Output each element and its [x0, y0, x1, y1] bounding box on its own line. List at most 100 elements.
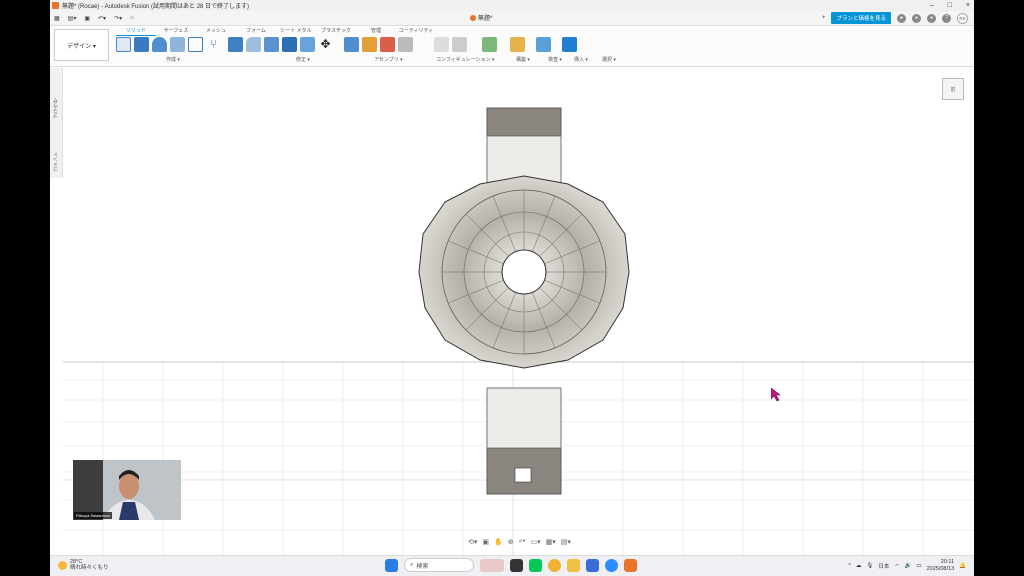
window-controls: – □ × — [930, 0, 970, 11]
configuration-table-icon[interactable] — [452, 37, 467, 52]
word-icon[interactable] — [586, 558, 599, 572]
zoom-app-icon[interactable] — [605, 558, 618, 572]
shell-icon[interactable] — [264, 37, 279, 52]
fillet-icon[interactable] — [246, 37, 261, 52]
group-configure[interactable]: コンフィギュレーション ▾ — [436, 56, 494, 63]
tab-form[interactable]: フォーム — [236, 27, 276, 36]
group-create[interactable]: 作成 ▾ — [166, 56, 180, 63]
group-modify[interactable]: 修正 ▾ — [296, 56, 310, 63]
onedrive-icon[interactable]: ☁ — [856, 563, 862, 569]
line-app-icon[interactable] — [529, 558, 542, 572]
motion-link-icon[interactable] — [398, 37, 413, 52]
measure-icon[interactable] — [510, 37, 525, 52]
hole-icon[interactable] — [170, 37, 185, 52]
select-icon[interactable] — [562, 37, 577, 52]
taskbar-apps: ⌕ 検索 — [385, 558, 637, 572]
new-tab-button[interactable]: + — [822, 15, 826, 21]
pattern-icon[interactable]: ⑂ — [206, 37, 221, 52]
home-icon[interactable]: ⌂ — [130, 15, 134, 21]
revolve-icon[interactable] — [152, 37, 167, 52]
avatar[interactable]: RS — [957, 12, 968, 24]
undo-icon[interactable]: ↶▾ — [98, 15, 106, 22]
chrome-icon[interactable] — [548, 558, 561, 572]
battery-icon[interactable]: ▭ — [916, 563, 921, 569]
minimize-button[interactable]: – — [930, 2, 934, 9]
viewports-icon[interactable]: ▤▾ — [561, 538, 571, 548]
look-at-icon[interactable]: ▣ — [482, 538, 489, 548]
save-icon[interactable]: ▣ — [84, 15, 90, 22]
move-icon[interactable]: ✥ — [318, 37, 333, 52]
notifications-icon[interactable]: ● — [927, 13, 936, 23]
file-menu-icon[interactable]: ▤▾ — [68, 15, 77, 22]
extensions-icon[interactable]: ● — [897, 13, 906, 23]
insert-image-icon[interactable] — [536, 37, 551, 52]
redo-icon[interactable]: ↷▾ — [114, 15, 122, 22]
construct-plane-icon[interactable] — [482, 37, 497, 52]
new-component-icon[interactable] — [344, 37, 359, 52]
pricing-button[interactable]: プランと価格を見る — [831, 12, 891, 24]
clock[interactable]: 20:11 2025/08/13 — [927, 559, 955, 573]
file-explorer-icon[interactable] — [567, 558, 580, 572]
tab-sheet-metal[interactable]: シート メタル — [276, 27, 316, 36]
ribbon-tabs: ソリッド サーフェス メッシュ フォーム シート メタル プラスチック 管理 ユ… — [116, 27, 436, 36]
canvas-viewport[interactable]: 前 ⟲▾ ▣ ✋ ⊕ ⌕▾ ▭▾ ▦▾ ▤▾ Ritsuya Sawamura — [63, 68, 974, 555]
wifi-icon[interactable]: ⌔ — [894, 563, 899, 570]
grid-menu-icon[interactable]: ▦ — [54, 15, 60, 22]
combine-icon[interactable] — [282, 37, 297, 52]
volume-icon[interactable]: 🔊 — [905, 563, 912, 569]
job-status-icon[interactable]: ● — [912, 13, 921, 23]
maximize-button[interactable]: □ — [948, 2, 952, 9]
configure-icon[interactable] — [434, 37, 449, 52]
weather-sun-icon — [58, 560, 67, 570]
tab-surface[interactable]: サーフェス — [156, 27, 196, 36]
tab-solid[interactable]: ソリッド — [116, 27, 156, 36]
mic-icon[interactable]: 🎙 — [866, 563, 873, 569]
system-tray: ^ ☁ 🎙 日本 ⌔ 🔊 ▭ 20:11 2025/08/13 🔔 — [848, 559, 966, 573]
webcam-overlay: Ritsuya Sawamura — [73, 460, 181, 520]
quick-access-right: + プランと価格を見る ● ● ● ? RS — [822, 12, 968, 24]
help-icon[interactable]: ? — [942, 13, 951, 23]
tab-plastic[interactable]: プラスチック — [316, 27, 356, 36]
model-canvas[interactable] — [63, 68, 974, 555]
extrude-icon[interactable] — [134, 37, 149, 52]
group-construct[interactable]: 構築 ▾ — [516, 56, 530, 63]
mesh-model[interactable] — [418, 107, 630, 495]
group-inspect[interactable]: 検査 ▾ — [548, 56, 562, 63]
start-icon[interactable] — [385, 558, 398, 572]
box-icon[interactable] — [188, 37, 203, 52]
as-built-joint-icon[interactable] — [380, 37, 395, 52]
webcam-feed — [73, 460, 181, 520]
workspace-switcher[interactable]: デザイン ▾ — [54, 29, 109, 61]
tab-manage[interactable]: 管理 — [356, 27, 396, 36]
browser-panel-tab[interactable]: ブラウザ — [52, 98, 59, 118]
zoom-icon[interactable]: ⊕ — [508, 538, 514, 548]
grid-settings-icon[interactable]: ▦▾ — [546, 538, 556, 548]
orbit-icon[interactable]: ⟲▾ — [468, 538, 477, 548]
group-select[interactable]: 選択 ▾ — [602, 56, 616, 63]
tray-expand-icon[interactable]: ^ — [848, 563, 851, 569]
notification-bell-icon[interactable]: 🔔 — [959, 563, 966, 569]
document-tab[interactable]: 無題* — [470, 13, 492, 22]
create-sketch-icon[interactable] — [116, 37, 131, 52]
display-settings-icon[interactable]: ▭▾ — [530, 538, 540, 548]
weather-widget[interactable]: 28°C 晴れ時々くもり — [58, 559, 109, 571]
close-button[interactable]: × — [966, 2, 970, 9]
group-insert[interactable]: 挿入 ▾ — [574, 56, 588, 63]
ime-indicator[interactable]: 日本 — [878, 562, 889, 570]
pan-icon[interactable]: ✋ — [494, 538, 503, 548]
weather-desc: 晴れ時々くもり — [70, 565, 109, 571]
tab-utilities[interactable]: ユーティリティ — [396, 27, 436, 36]
task-view-icon[interactable] — [510, 558, 523, 572]
group-assemble[interactable]: アセンブリ ▾ — [374, 56, 403, 63]
taskbar-search[interactable]: ⌕ 検索 — [404, 558, 474, 572]
split-body-icon[interactable] — [300, 37, 315, 52]
fusion-taskbar-icon[interactable] — [624, 558, 637, 572]
tab-mesh[interactable]: メッシュ — [196, 27, 236, 36]
viewcube[interactable]: 前 — [942, 78, 964, 100]
fusion-app-icon — [52, 2, 59, 9]
widget-icon[interactable] — [480, 558, 504, 572]
comments-panel-tab[interactable]: コメント — [52, 152, 59, 172]
joint-icon[interactable] — [362, 37, 377, 52]
press-pull-icon[interactable] — [228, 37, 243, 52]
fit-icon[interactable]: ⌕▾ — [519, 538, 526, 548]
